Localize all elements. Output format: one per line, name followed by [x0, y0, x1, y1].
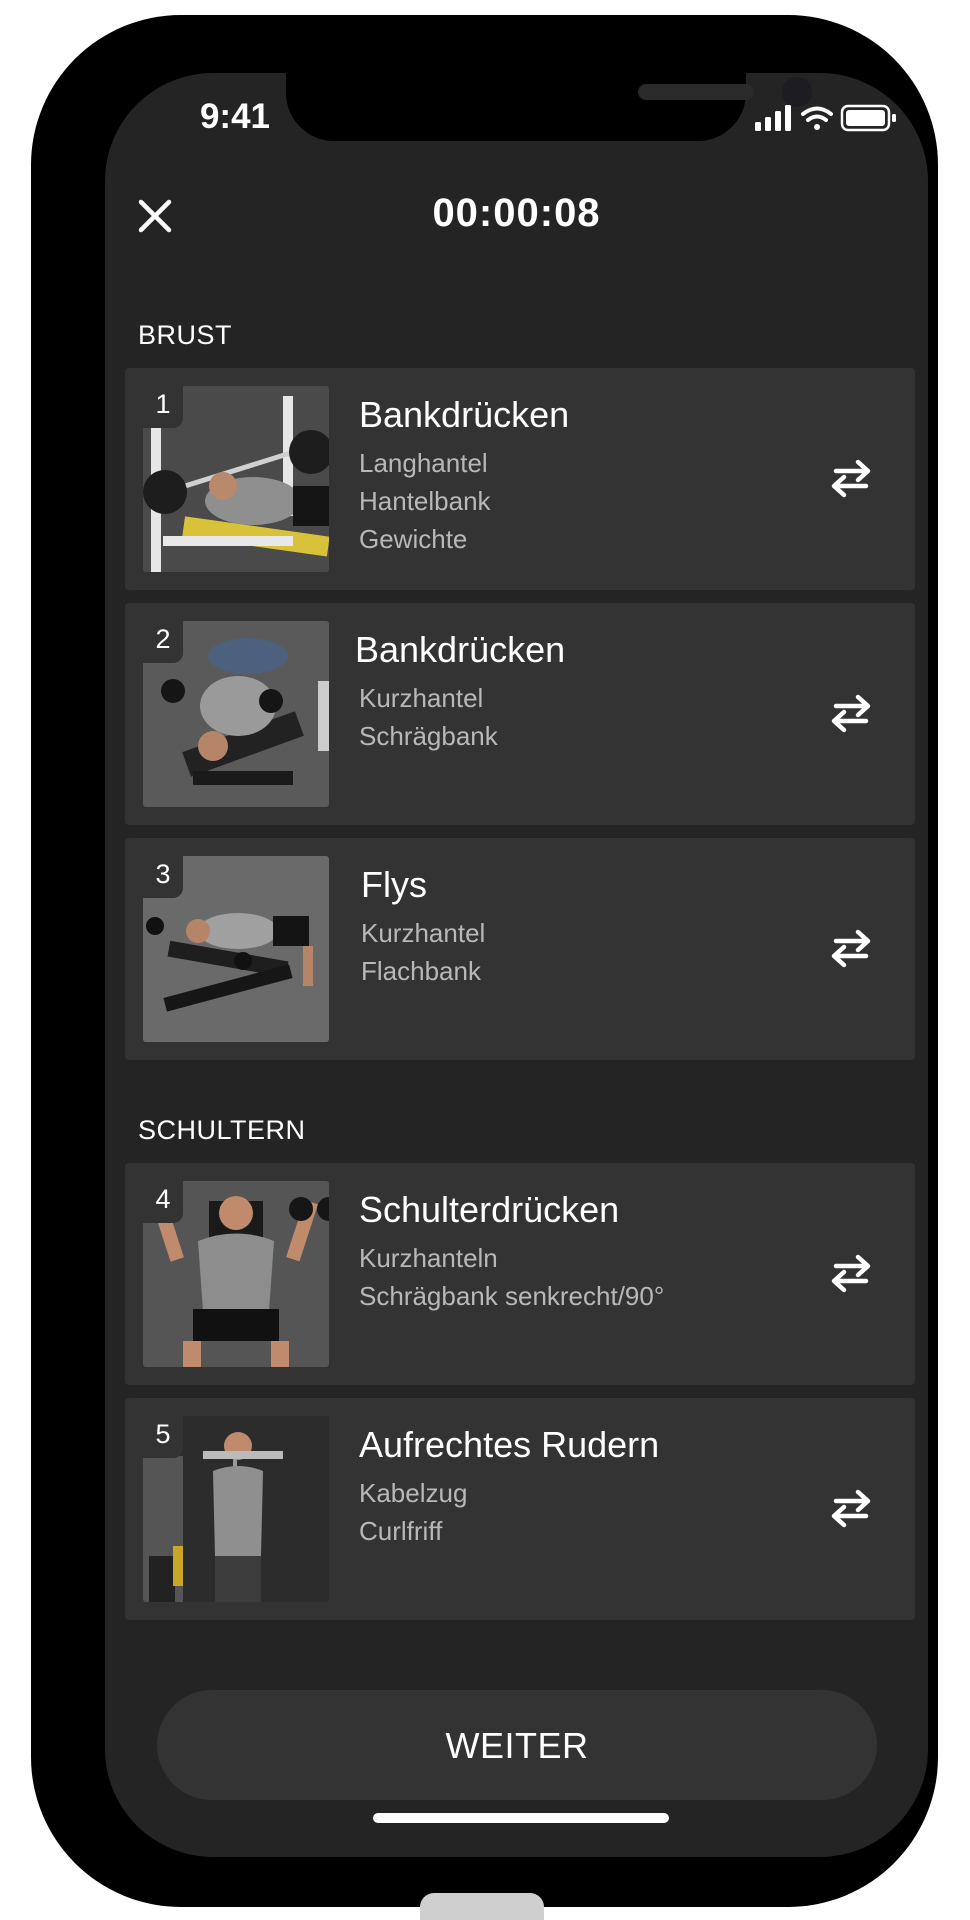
- exercise-name-1: Bankdrücken: [359, 394, 570, 435]
- swap-exercise-button-5[interactable]: [828, 1488, 874, 1528]
- exercise-name-3: Flys: [361, 864, 427, 905]
- exercise-detail-2-1: Kurzhantel: [359, 683, 484, 713]
- exercise-detail-1-2: Hantelbank: [359, 486, 491, 516]
- exercise-card-4[interactable]: 4 Schulterdrücken Kurzhanteln Schrägbank…: [125, 1163, 915, 1385]
- exercise-number-2: 2: [143, 621, 183, 663]
- battery-icon: [840, 104, 896, 132]
- exercise-name-5: Aufrechtes Rudern: [359, 1424, 660, 1465]
- exercise-name-2: Bankdrücken: [355, 629, 566, 670]
- exercise-detail-2-2: Schrägbank: [359, 721, 498, 751]
- swap-icon: [831, 1489, 871, 1528]
- exercise-card-1[interactable]: 1 Bankdrücken Langhantel Hantelbank Gewi…: [125, 368, 915, 590]
- exercise-detail-1-3: Gewichte: [359, 524, 468, 554]
- exercise-number-1: 1: [143, 386, 183, 428]
- status-icons: [755, 103, 905, 133]
- phone-frame: 9:41 00:00:08 BRUST 1 Bankdrücken Langha…: [31, 15, 938, 1907]
- workout-timer: 00:00:08: [432, 191, 601, 235]
- exercise-number-5: 5: [143, 1416, 183, 1458]
- exercise-detail-5-2: Curlfriff: [359, 1516, 443, 1546]
- swap-exercise-button-2[interactable]: [828, 693, 874, 733]
- exercise-detail-3-2: Flachbank: [361, 956, 481, 986]
- continue-button[interactable]: WEITER: [157, 1690, 877, 1800]
- device-stand-stub: [420, 1893, 544, 1920]
- swap-icon: [831, 459, 871, 498]
- exercise-detail-4-1: Kurzhanteln: [359, 1243, 498, 1273]
- wifi-icon: [801, 106, 833, 130]
- status-time: 9:41: [199, 97, 271, 136]
- swap-icon: [831, 929, 871, 968]
- section-label-brust: BRUST: [138, 320, 233, 350]
- swap-exercise-button-3[interactable]: [828, 928, 874, 968]
- exercise-card-5[interactable]: 5 Aufrechtes Rudern Kabelzug Curlfriff: [125, 1398, 915, 1620]
- exercise-thumbnail-2: 2: [143, 621, 329, 807]
- exercise-detail-4-2: Schrägbank senkrecht/90°: [359, 1281, 665, 1311]
- app-screen: 9:41 00:00:08 BRUST 1 Bankdrücken Langha…: [105, 73, 928, 1857]
- exercise-detail-1-1: Langhantel: [359, 448, 488, 478]
- swap-exercise-button-1[interactable]: [828, 458, 874, 498]
- exercise-thumbnail-5: 5: [143, 1416, 329, 1602]
- section-label-schultern: SCHULTERN: [138, 1115, 306, 1145]
- exercise-thumbnail-1: 1: [143, 386, 329, 572]
- swap-icon: [831, 694, 871, 733]
- exercise-name-4: Schulterdrücken: [359, 1189, 620, 1230]
- speaker-grille: [638, 84, 754, 100]
- exercise-thumbnail-4: 4: [143, 1181, 329, 1367]
- notch: [286, 73, 812, 141]
- exercise-card-3[interactable]: 3 Flys Kurzhantel Flachbank: [125, 838, 915, 1060]
- exercise-number-3: 3: [143, 856, 183, 898]
- exercise-detail-3-1: Kurzhantel: [361, 918, 486, 948]
- exercise-card-2[interactable]: 2 Bankdrücken Kurzhantel Schrägbank: [125, 603, 915, 825]
- exercise-number-4: 4: [143, 1181, 183, 1223]
- swap-exercise-button-4[interactable]: [828, 1253, 874, 1293]
- exercise-thumbnail-3: 3: [143, 856, 329, 1042]
- exercise-detail-5-1: Kabelzug: [359, 1478, 468, 1508]
- swap-icon: [831, 1254, 871, 1293]
- cellular-signal-icon: [755, 105, 791, 131]
- home-indicator[interactable]: [373, 1813, 669, 1823]
